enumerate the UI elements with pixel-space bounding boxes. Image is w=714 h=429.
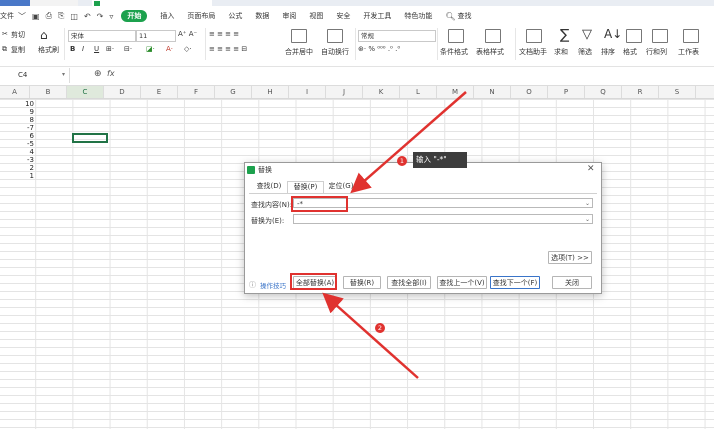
- step-badge-2: 2: [375, 323, 385, 333]
- instruction-tooltip: 输入 "-*": [413, 152, 467, 168]
- arrow-to-find-input: [350, 91, 467, 194]
- annotation-arrows: [322, 91, 467, 379]
- step-badge-1: 1: [397, 156, 407, 166]
- highlight-find-input: [291, 196, 348, 212]
- arrow-to-replace-all: [322, 292, 419, 379]
- highlight-replace-all: [290, 273, 337, 290]
